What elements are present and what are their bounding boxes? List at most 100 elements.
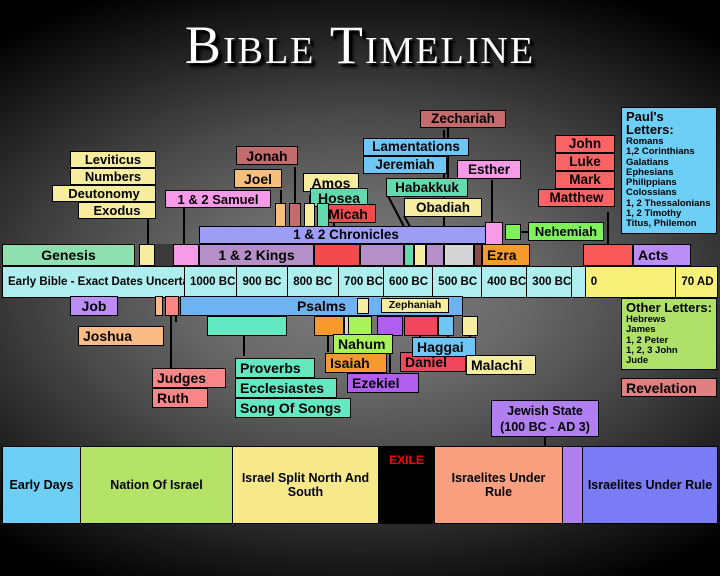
era-bar: Early Days Nation Of Israel Israel Split… <box>2 446 718 524</box>
label-numbers: Numbers <box>70 168 156 185</box>
label-text: Zechariah <box>431 111 495 127</box>
band-1-2-chronicles: 1 & 2 Chronicles <box>199 226 493 244</box>
label-leviticus: Leviticus <box>70 151 156 168</box>
label-text: Leviticus <box>84 152 142 167</box>
label-text: Daniel <box>405 354 448 370</box>
marker-hosea <box>317 203 329 227</box>
other-letters-title: Other Letters: <box>626 300 712 315</box>
band-label: Psalms <box>296 298 347 314</box>
pauls-letters-title: Paul's Letters: <box>626 109 674 137</box>
band-1-2-kings: 1 & 2 Kings <box>199 244 314 266</box>
label-john: John <box>555 135 615 153</box>
pauls-letters-panel: Paul's Letters: Romans 1,2 Corinthians G… <box>621 107 717 234</box>
label-text: Zephaniah <box>388 299 442 312</box>
other-letters-panel: Other Letters: Hebrews James 1, 2 Peter … <box>621 298 717 371</box>
label-text: Obadiah <box>415 199 470 215</box>
marker-kings-tail <box>360 244 404 266</box>
era-early-days: Early Days <box>3 447 81 523</box>
page-title: Bible Timeline <box>184 15 536 75</box>
label-text: Luke <box>569 154 601 170</box>
pauls-letters-item: Titus, Philemon <box>626 218 697 230</box>
scale-cell: 900 BC <box>237 267 289 297</box>
label-text: Mark <box>569 172 601 188</box>
jewish-state-line1: Jewish State <box>507 403 583 418</box>
marker-jonah <box>289 203 301 227</box>
label-text: Habakkuk <box>395 179 459 195</box>
label-ezekiel: Ezekiel <box>347 373 419 393</box>
label-text: Nahum <box>338 336 386 352</box>
label-jonah: Jonah <box>236 146 298 165</box>
label-proverbs: Proverbs <box>235 358 315 378</box>
label-lamentations: Lamentations <box>363 138 469 156</box>
label-joshua: Joshua <box>78 326 164 346</box>
revelation-box: Revelation <box>621 378 717 397</box>
marker-habakkuk <box>404 244 414 266</box>
era-israelites-under-rule-2: Israelites Under Rule <box>583 447 717 523</box>
label-text: Jonah <box>246 147 288 164</box>
marker-zephaniah <box>357 298 369 314</box>
label-text: Lamentations <box>372 139 460 155</box>
band-label: Acts <box>638 247 669 263</box>
other-letters-item: Jude <box>626 355 649 367</box>
marker-ezekiel <box>377 316 403 336</box>
scale-cell: Early Bible - Exact Dates Uncertain <box>3 267 199 297</box>
marker-micah <box>314 244 360 266</box>
marker-nahum <box>348 316 372 336</box>
label-text: Jeremiah <box>375 157 435 173</box>
marker-judges <box>165 296 179 316</box>
label-deutonomy: Deutonomy <box>52 185 156 202</box>
label-matthew: Matthew <box>538 189 615 207</box>
label-luke: Luke <box>555 153 615 171</box>
label-text: Joel <box>243 170 272 187</box>
label-text: Nehemiah <box>534 224 598 239</box>
label-isaiah: Isaiah <box>325 353 387 373</box>
label-text: John <box>568 136 602 152</box>
label-text: Exodus <box>93 203 141 218</box>
label-zephaniah: Zephaniah <box>381 298 449 313</box>
scale-cell: 800 BC <box>288 267 340 297</box>
marker-isaiah <box>314 316 344 336</box>
label-malachi: Malachi <box>466 355 536 375</box>
label-text: Song Of Songs <box>240 400 342 416</box>
label-1-2-samuel: 1 & 2 Samuel <box>165 190 271 208</box>
marker-gospels <box>583 244 633 266</box>
band-acts: Acts <box>633 244 691 266</box>
label-esther: Esther <box>457 160 521 179</box>
label-text: Ruth <box>157 390 189 406</box>
era-nation-of-israel: Nation Of Israel <box>81 447 233 523</box>
marker-daniel <box>404 316 438 336</box>
label-zechariah: Zechariah <box>420 110 506 128</box>
band-ezra: Ezra <box>482 244 530 266</box>
label-text: Micah <box>328 205 368 222</box>
era-jewish-state-segment <box>563 447 583 523</box>
label-text: Numbers <box>84 169 142 184</box>
label-mark: Mark <box>555 171 615 189</box>
band-genesis: Genesis <box>2 244 135 266</box>
marker-malachi <box>462 316 478 336</box>
marker-exodus-group <box>139 244 155 266</box>
label-text: Judges <box>157 370 207 386</box>
band-label: Ezra <box>487 247 517 263</box>
label-haggai: Haggai <box>412 337 476 357</box>
timeline-poster: Bible Timeline Paul's Letters: Romans 1,… <box>0 0 720 576</box>
scale-cell: 300 BC <box>527 267 573 297</box>
revelation-label: Revelation <box>626 379 697 396</box>
scale-cell: 700 BC <box>339 267 385 297</box>
scale-cell: 400 BC <box>482 267 528 297</box>
jewish-state-box: Jewish State (100 BC - AD 3) <box>491 400 599 437</box>
scale-cell: 1000 BC <box>185 267 238 297</box>
marker-1-2-samuel <box>173 244 199 266</box>
label-text: Ezekiel <box>352 375 400 391</box>
marker-joel <box>275 203 286 227</box>
label-text: Ecclesiastes <box>240 380 325 396</box>
label-ecclesiastes: Ecclesiastes <box>235 378 337 398</box>
band-label: 1 & 2 Chronicles <box>293 227 399 243</box>
label-text: Job <box>81 298 107 314</box>
scale-cell: 0 <box>585 267 677 297</box>
label-job: Job <box>70 296 118 316</box>
label-nahum: Nahum <box>333 334 393 354</box>
marker-amos <box>304 203 315 227</box>
era-israel-split: Israel Split North And South <box>233 447 379 523</box>
label-text: Esther <box>467 161 511 177</box>
label-nehemiah: Nehemiah <box>528 222 604 241</box>
